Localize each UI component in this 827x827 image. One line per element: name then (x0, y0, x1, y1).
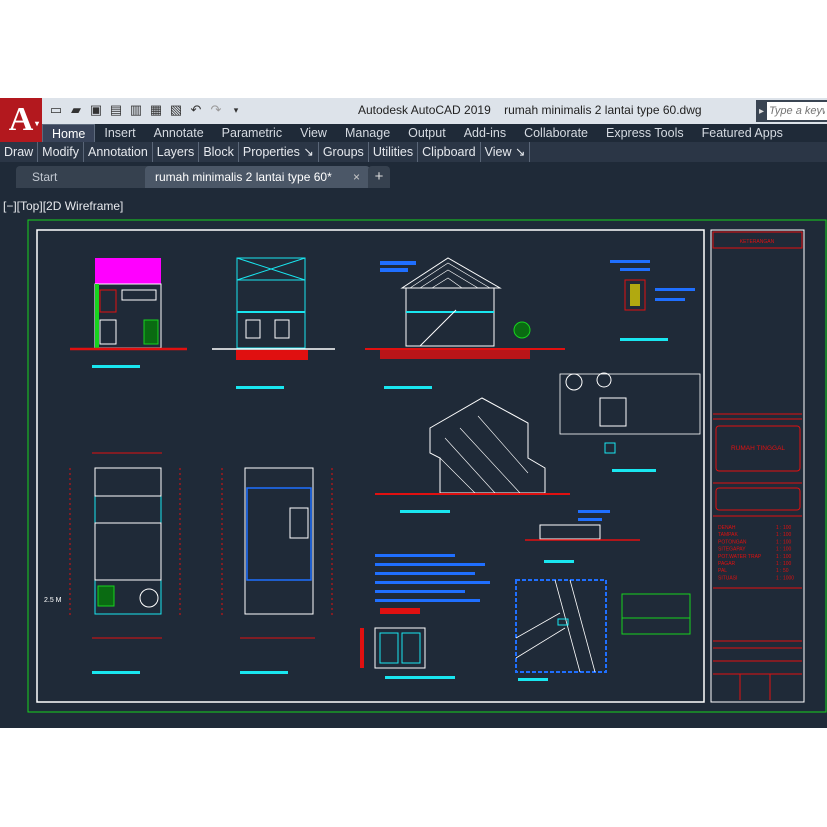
sheet-list: DENAH 1 : 100 TAMPAK 1 : 100 POTONGAN 1 : 100… (718, 525, 794, 581)
sheet-scale: 1 : 1000 (776, 575, 794, 581)
site-section (375, 397, 570, 513)
sheet-name: POT.WATER TRAP (718, 554, 762, 560)
sheet-scale: 1 : 100 (776, 561, 792, 567)
title-block-box (715, 487, 801, 511)
sheet-name: PAL (718, 568, 727, 574)
sheet-name: POTONGAN (718, 539, 747, 545)
sheet-frame (36, 229, 705, 703)
sheet-scale: 1 : 100 (776, 539, 792, 545)
model-space-canvas[interactable]: KETERANGAN RUMAH TINGGAL DENAH 1 : 100 TAM… (0, 98, 827, 728)
floor-plan-ground (69, 452, 181, 674)
title-block-header: KETERANGAN (740, 239, 775, 245)
sheet-name: DENAH (718, 525, 736, 531)
project-name: RUMAH TINGGAL (731, 445, 785, 452)
sheet-scale: 1 : 100 (776, 554, 792, 560)
floor-plan-upper (221, 467, 333, 674)
septic-detail (559, 372, 701, 472)
fence-detail (525, 510, 640, 563)
sheet-scale: 1 : 100 (776, 532, 792, 538)
water-trap-detail (610, 260, 695, 341)
sheet-scale: 1 : 50 (776, 568, 789, 574)
dimension-label: 2.5 M (44, 597, 62, 604)
sheet-name: PAGAR (718, 561, 736, 567)
sheet-name: SITUASI (718, 575, 737, 581)
situation-map (515, 579, 691, 681)
sheet-scale: 1 : 100 (776, 547, 792, 553)
sheet-scale: 1 : 100 (776, 525, 792, 531)
title-block (710, 229, 805, 703)
notes-block (375, 554, 490, 614)
front-elevation (70, 258, 187, 368)
autocad-window: ▭ ▰ ▣ ▤ ▥ ▦ ▧ ↶ ↷ ▾ Autodesk AutoCAD 201… (0, 98, 827, 728)
sheet-name: SITEGAPAY (718, 547, 746, 553)
section-b-b (365, 257, 565, 389)
sheet-name: TAMPAK (718, 532, 738, 538)
section-a-a (212, 257, 335, 389)
reservoir-detail (360, 627, 455, 679)
